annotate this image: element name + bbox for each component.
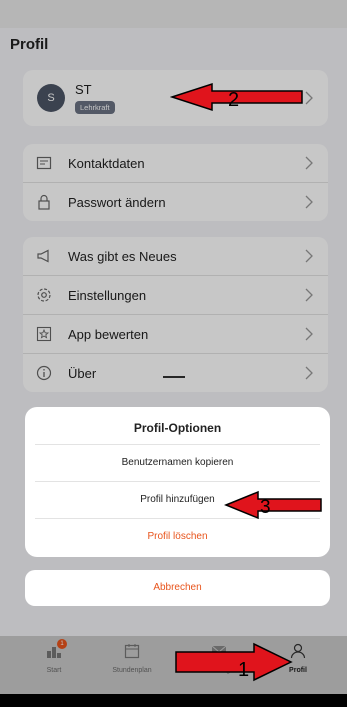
screen: Profil S ST Lehrkraft Kontaktdaten Passw… bbox=[0, 0, 347, 707]
annotation-label-2: 2 bbox=[228, 89, 239, 111]
annotation-arrow-3: 3 bbox=[224, 490, 322, 520]
cancel-button[interactable]: Abbrechen bbox=[25, 570, 330, 606]
home-indicator-area bbox=[0, 694, 347, 707]
copy-username-button[interactable]: Benutzernamen kopieren bbox=[35, 445, 320, 482]
sheet-title: Profil-Optionen bbox=[35, 407, 320, 445]
annotation-arrow-1: 1 bbox=[175, 642, 293, 682]
profile-options-sheet: Profil-Optionen Benutzernamen kopieren P… bbox=[25, 407, 330, 557]
annotation-arrow-2: 2 bbox=[170, 82, 303, 112]
annotation-label-1: 1 bbox=[238, 659, 249, 681]
delete-profile-button[interactable]: Profil löschen bbox=[35, 519, 320, 555]
annotation-label-3: 3 bbox=[260, 497, 271, 518]
